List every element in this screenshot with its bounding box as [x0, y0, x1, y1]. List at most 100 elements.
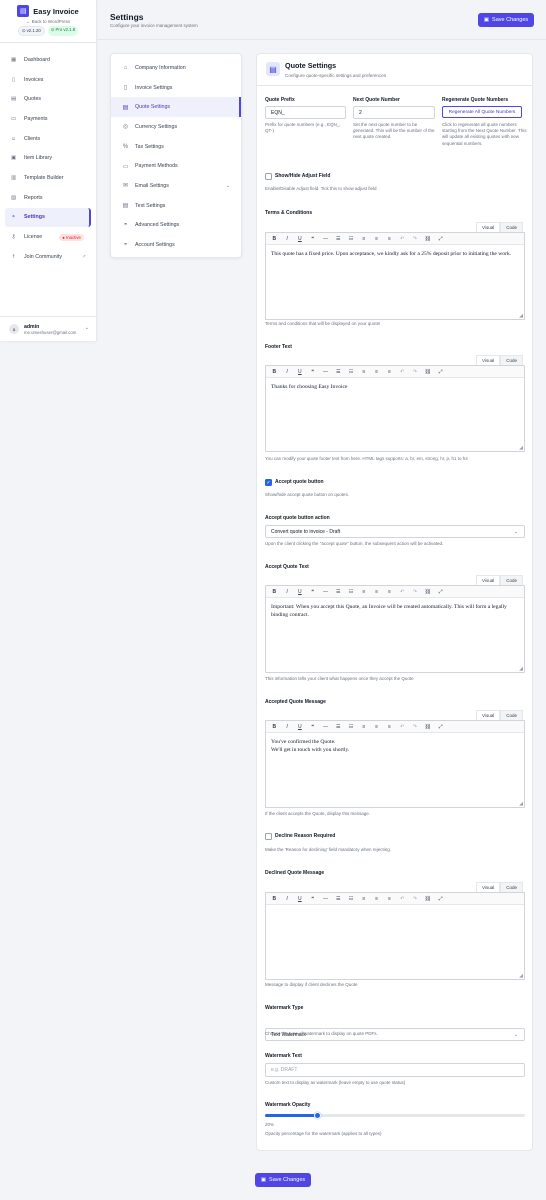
tab-code[interactable]: Code: [500, 710, 523, 720]
tab-visual[interactable]: Visual: [476, 222, 501, 232]
tab-code[interactable]: Code: [500, 222, 523, 232]
watermark-text-input[interactable]: e.g. DRAFT: [265, 1063, 525, 1077]
underline-icon[interactable]: U: [296, 896, 305, 902]
align-right-icon[interactable]: ≡: [385, 896, 394, 902]
undo-icon[interactable]: ↶: [398, 896, 407, 902]
sidebar-item-invoices[interactable]: ▯ Invoices: [0, 70, 96, 90]
bullet-list-icon[interactable]: ☰: [334, 369, 343, 375]
tab-visual[interactable]: Visual: [476, 355, 501, 365]
undo-icon[interactable]: ↶: [398, 369, 407, 375]
hr-icon[interactable]: ―: [321, 236, 330, 242]
quote-icon[interactable]: ❝: [308, 236, 317, 242]
redo-icon[interactable]: ↷: [411, 589, 420, 595]
hr-icon[interactable]: ―: [321, 896, 330, 902]
footer-content[interactable]: Thanks for choosing Easy Invoice: [266, 378, 524, 396]
italic-icon[interactable]: I: [283, 896, 292, 902]
quote-prefix-input[interactable]: EQN_: [265, 106, 346, 119]
tab-account-settings[interactable]: ◓ Account Settings: [111, 235, 241, 255]
tab-visual[interactable]: Visual: [476, 882, 501, 892]
hr-icon[interactable]: ―: [321, 724, 330, 730]
redo-icon[interactable]: ↷: [411, 724, 420, 730]
quote-icon[interactable]: ❝: [308, 724, 317, 730]
terms-content[interactable]: This quote has a fixed price. Upon accep…: [266, 245, 524, 263]
bold-icon[interactable]: B: [270, 896, 279, 902]
resize-grip-icon[interactable]: ◢: [519, 801, 523, 807]
sidebar-item-clients[interactable]: ☺ Clients: [0, 129, 96, 149]
watermark-opacity-slider[interactable]: [265, 1111, 525, 1119]
link-icon[interactable]: ⛓: [424, 896, 433, 902]
tab-payment-methods[interactable]: ▭ Payment Methods: [111, 156, 241, 176]
numbered-list-icon[interactable]: ☷: [347, 896, 356, 902]
tab-currency-settings[interactable]: ◎ Currency Settings: [111, 117, 241, 137]
italic-icon[interactable]: I: [283, 236, 292, 242]
sidebar-item-item-library[interactable]: ▣ Item Library: [0, 148, 96, 168]
undo-icon[interactable]: ↶: [398, 589, 407, 595]
underline-icon[interactable]: U: [296, 369, 305, 375]
hr-icon[interactable]: ―: [321, 589, 330, 595]
numbered-list-icon[interactable]: ☷: [347, 236, 356, 242]
fullscreen-icon[interactable]: ⤢: [436, 236, 445, 242]
italic-icon[interactable]: I: [283, 724, 292, 730]
tab-code[interactable]: Code: [500, 882, 523, 892]
declined-message-content[interactable]: [266, 905, 524, 915]
bold-icon[interactable]: B: [270, 724, 279, 730]
italic-icon[interactable]: I: [283, 589, 292, 595]
link-icon[interactable]: ⛓: [424, 589, 433, 595]
sidebar-item-settings[interactable]: ◓ Settings: [5, 207, 91, 228]
slider-thumb[interactable]: [313, 1111, 321, 1119]
bold-icon[interactable]: B: [270, 589, 279, 595]
tab-code[interactable]: Code: [500, 355, 523, 365]
redo-icon[interactable]: ↷: [411, 369, 420, 375]
fullscreen-icon[interactable]: ⤢: [436, 724, 445, 730]
tab-text-settings[interactable]: ▤ Text Settings: [111, 196, 241, 216]
tab-invoice-settings[interactable]: ▯ Invoice Settings: [111, 78, 241, 98]
link-icon[interactable]: ⛓: [424, 724, 433, 730]
bold-icon[interactable]: B: [270, 236, 279, 242]
accepted-message-editor[interactable]: B I U ❝ ― ☰ ☷ ≡ ≡ ≡ ↶ ↷ ⛓ ⤢ You've confirmed the Quot…: [265, 720, 525, 808]
bullet-list-icon[interactable]: ☰: [334, 724, 343, 730]
resize-grip-icon[interactable]: ◢: [519, 313, 523, 319]
align-center-icon[interactable]: ≡: [372, 896, 381, 902]
align-left-icon[interactable]: ≡: [360, 589, 369, 595]
sidebar-item-template-builder[interactable]: ▥ Template Builder: [0, 168, 96, 188]
tab-visual[interactable]: Visual: [476, 575, 501, 585]
footer-editor[interactable]: B I U ❝ ― ☰ ☷ ≡ ≡ ≡ ↶ ↷ ⛓ ⤢ Thanks for choosing Easy …: [265, 365, 525, 452]
align-left-icon[interactable]: ≡: [360, 896, 369, 902]
undo-icon[interactable]: ↶: [398, 724, 407, 730]
sidebar-item-dashboard[interactable]: ▦ Dashboard: [0, 50, 96, 70]
resize-grip-icon[interactable]: ◢: [519, 445, 523, 451]
link-icon[interactable]: ⛓: [424, 236, 433, 242]
save-changes-button[interactable]: ▣ Save Changes: [478, 13, 534, 27]
align-right-icon[interactable]: ≡: [385, 589, 394, 595]
italic-icon[interactable]: I: [283, 369, 292, 375]
accept-text-editor[interactable]: B I U ❝ ― ☰ ☷ ≡ ≡ ≡ ↶ ↷ ⛓ ⤢ Important: When you accep…: [265, 585, 525, 673]
numbered-list-icon[interactable]: ☷: [347, 724, 356, 730]
accepted-message-content[interactable]: You've confirmed the Quote. We'll get in…: [266, 733, 524, 759]
align-center-icon[interactable]: ≡: [372, 369, 381, 375]
align-left-icon[interactable]: ≡: [360, 724, 369, 730]
underline-icon[interactable]: U: [296, 589, 305, 595]
sidebar-item-license[interactable]: ⚷ License ● Inactive: [0, 227, 96, 247]
next-quote-number-input[interactable]: 2: [353, 106, 435, 119]
save-changes-button-bottom[interactable]: ▣ Save Changes: [255, 1173, 311, 1187]
align-center-icon[interactable]: ≡: [372, 724, 381, 730]
fullscreen-icon[interactable]: ⤢: [436, 589, 445, 595]
terms-editor[interactable]: B I U ❝ ― ☰ ☷ ≡ ≡ ≡ ↶ ↷ ⛓ ⤢ This quote has a fixed pr…: [265, 232, 525, 320]
align-center-icon[interactable]: ≡: [372, 236, 381, 242]
align-left-icon[interactable]: ≡: [360, 236, 369, 242]
tab-quote-settings[interactable]: ▤ Quote Settings: [111, 97, 241, 118]
fullscreen-icon[interactable]: ⤢: [436, 369, 445, 375]
align-left-icon[interactable]: ≡: [360, 369, 369, 375]
back-to-wordpress-link[interactable]: ← Back to WordPress: [0, 19, 96, 24]
quote-icon[interactable]: ❝: [308, 369, 317, 375]
decline-reason-checkbox[interactable]: [265, 833, 272, 840]
sidebar-item-quotes[interactable]: ▤ Quotes: [0, 89, 96, 109]
redo-icon[interactable]: ↷: [411, 236, 420, 242]
accept-action-select[interactable]: Convert quote to invoice - Draft ⌄: [265, 525, 525, 538]
align-right-icon[interactable]: ≡: [385, 369, 394, 375]
quote-icon[interactable]: ❝: [308, 896, 317, 902]
tab-code[interactable]: Code: [500, 575, 523, 585]
sidebar-item-payments[interactable]: ▭ Payments: [0, 109, 96, 129]
hr-icon[interactable]: ―: [321, 369, 330, 375]
accept-text-content[interactable]: Important: When you accept this Quote, a…: [266, 598, 524, 624]
